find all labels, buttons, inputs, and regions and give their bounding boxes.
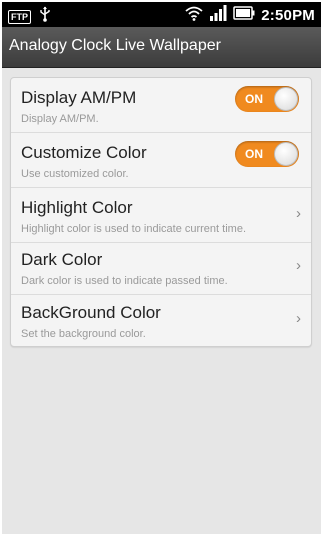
status-bar: FTP 2:50PM (2, 2, 321, 27)
toggle-knob (274, 142, 298, 166)
battery-icon (233, 6, 255, 25)
toggle-label: ON (245, 147, 263, 161)
display-ampm-toggle[interactable]: ON (235, 86, 299, 112)
setting-title: Customize Color (21, 143, 147, 162)
setting-customize-color[interactable]: Customize Color Use customized color. ON (11, 133, 311, 188)
setting-title: Dark Color (21, 250, 103, 269)
setting-subtitle: Display AM/PM. (21, 113, 99, 125)
chevron-right-icon: › (296, 257, 301, 274)
screen: FTP 2:50PM Analogy Clock Live Wallpaper … (2, 2, 321, 534)
customize-color-toggle[interactable]: ON (235, 141, 299, 167)
chevron-right-icon: › (296, 310, 301, 327)
setting-dark-color[interactable]: Dark Color Dark color is used to indicat… (11, 240, 311, 295)
usb-icon (39, 6, 51, 27)
settings-list: Display AM/PM Display AM/PM. ON Customiz… (10, 77, 312, 347)
wifi-icon (185, 5, 203, 26)
status-bar-left: FTP (8, 6, 51, 27)
setting-subtitle: Use customized color. (21, 168, 129, 180)
setting-background-color[interactable]: BackGround Color Set the background colo… (11, 293, 311, 347)
title-bar: Analogy Clock Live Wallpaper (2, 27, 321, 68)
setting-title: BackGround Color (21, 303, 161, 322)
setting-display-ampm[interactable]: Display AM/PM Display AM/PM. ON (11, 78, 311, 133)
toggle-label: ON (245, 92, 263, 106)
signal-icon (209, 5, 227, 26)
chevron-right-icon: › (296, 205, 301, 222)
status-clock: 2:50PM (261, 7, 315, 24)
ftp-icon: FTP (8, 9, 31, 24)
setting-subtitle: Dark color is used to indicate passed ti… (21, 275, 228, 287)
setting-subtitle: Set the background color. (21, 328, 146, 340)
setting-subtitle: Highlight color is used to indicate curr… (21, 223, 246, 235)
page-title: Analogy Clock Live Wallpaper (9, 37, 221, 54)
setting-title: Display AM/PM (21, 88, 137, 107)
toggle-knob (274, 87, 298, 111)
setting-title: Highlight Color (21, 198, 133, 217)
status-bar-right: 2:50PM (185, 5, 315, 26)
setting-highlight-color[interactable]: Highlight Color Highlight color is used … (11, 188, 311, 243)
